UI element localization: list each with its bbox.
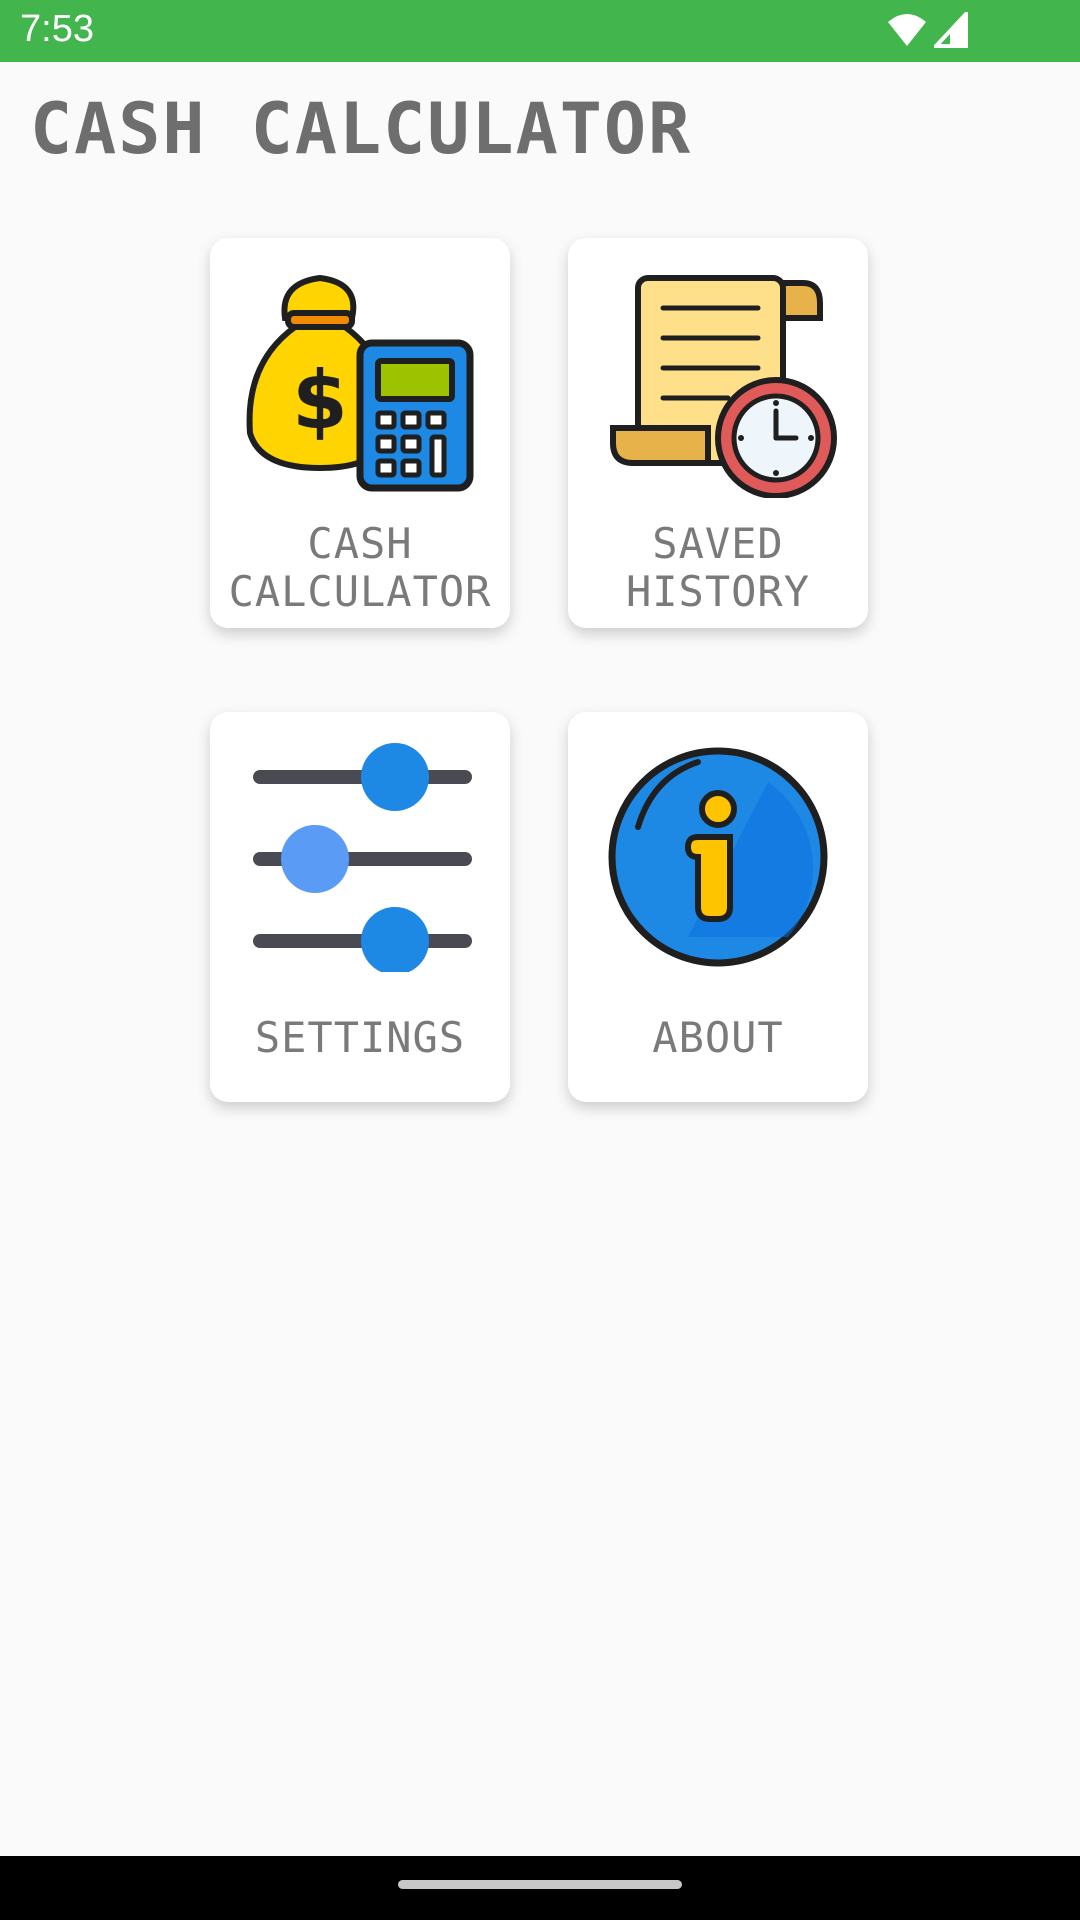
sliders-icon [253,743,472,972]
cash-calculator-card[interactable]: $ CASH CALCULATOR [210,238,510,628]
saved-history-label: SAVED HISTORY [625,519,810,616]
about-label: ABOUT [652,1013,784,1062]
home-gesture-handle[interactable] [398,1880,682,1889]
settings-label: SETTINGS [254,1013,466,1062]
menu-grid: $ CASH CALCULATOR SAVED HISTORY SETTINGS… [0,0,1080,1200]
saved-history-card[interactable]: SAVED HISTORY [568,238,868,628]
settings-card[interactable]: SETTINGS [210,712,510,1102]
money-bag-calculator-icon: $ [246,274,474,492]
receipt-clock-icon [610,275,837,498]
navigation-bar [0,1856,1080,1920]
svg-text:$: $ [292,354,348,447]
cash-calculator-label: CASH CALCULATOR [228,519,492,616]
about-card[interactable]: ABOUT [568,712,868,1102]
info-icon [608,747,828,967]
